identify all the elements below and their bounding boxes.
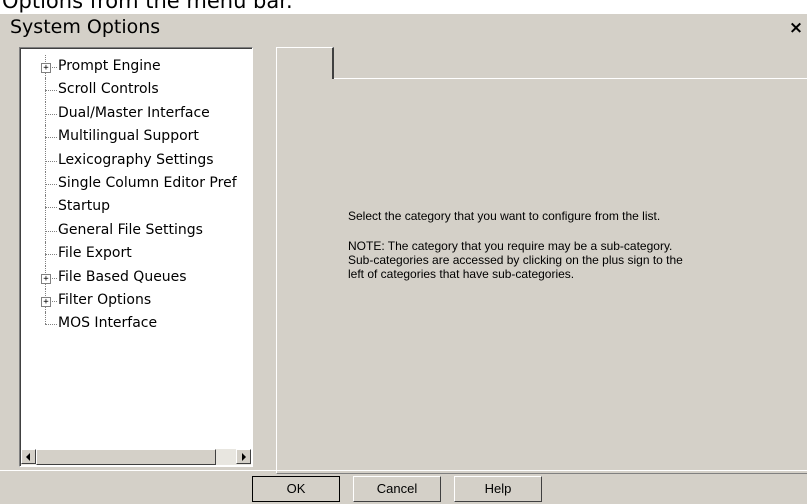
tab-baseline: [333, 78, 807, 79]
options-panel: Select the category that you want to con…: [276, 78, 807, 474]
tree-connector: [45, 90, 57, 92]
tree-item-label: General File Settings: [58, 221, 203, 238]
close-button[interactable]: ×: [785, 18, 807, 38]
tree-item-label: Filter Options: [58, 291, 152, 308]
expand-plus-icon[interactable]: +: [41, 63, 51, 73]
tree-connector: [45, 113, 57, 115]
tree-item[interactable]: Dual/Master Interface: [20, 101, 252, 126]
tree-connector: [45, 183, 57, 185]
tree-connector: [45, 254, 57, 256]
tree-item-label: File Based Queues: [58, 268, 187, 285]
tree-item[interactable]: General File Settings: [20, 218, 252, 243]
tree-item[interactable]: Lexicography Settings: [20, 148, 252, 172]
tree-connector: [45, 324, 57, 326]
tree-connector: [45, 160, 57, 162]
tree-item-label: Prompt Engine: [58, 58, 161, 74]
dialog-title: System Options: [10, 16, 161, 38]
tree-item-label: Lexicography Settings: [58, 151, 214, 168]
scroll-thumb[interactable]: [36, 449, 216, 465]
tree-item-label: Multilingual Support: [58, 128, 199, 145]
triangle-right-icon: [242, 453, 246, 461]
tree-item[interactable]: + Prompt Engine: [20, 55, 252, 79]
scroll-right-button[interactable]: [236, 449, 251, 464]
note-text-line-2: Sub-categories are accessed by clicking …: [348, 253, 683, 267]
tree-item-label: Scroll Controls: [58, 81, 159, 98]
cancel-button[interactable]: Cancel: [353, 476, 441, 502]
tree-item[interactable]: + Filter Options: [20, 288, 252, 313]
tree-connector: [45, 230, 57, 232]
help-button[interactable]: Help: [454, 476, 542, 502]
background-text: Options from the menu bar.: [2, 0, 293, 13]
ok-button[interactable]: OK: [252, 476, 340, 502]
tree-connector: [45, 207, 57, 209]
tree-item[interactable]: + File Based Queues: [20, 265, 252, 289]
triangle-left-icon: [26, 453, 30, 461]
tab-blank[interactable]: [276, 47, 334, 79]
tree-connector: [45, 137, 57, 139]
note-text-line-3: left of categories that have sub-categor…: [348, 267, 575, 281]
tree-item[interactable]: Multilingual Support: [20, 125, 252, 149]
tree-item[interactable]: File Export: [20, 242, 252, 266]
close-icon: ×: [788, 18, 804, 38]
tree-item-label: Dual/Master Interface: [58, 104, 210, 121]
tree-item-label: Startup: [58, 198, 110, 215]
tree-item[interactable]: Single Column Editor Pref: [20, 171, 252, 196]
horizontal-scrollbar[interactable]: [21, 449, 251, 465]
tree-item[interactable]: Scroll Controls: [20, 78, 252, 102]
tree-list: + Prompt Engine Scroll Controls Dual/Master…: [20, 55, 252, 336]
expand-plus-icon[interactable]: +: [41, 273, 51, 284]
system-options-dialog: System Options × + Prompt Engine Scroll Co…: [0, 14, 807, 504]
expand-plus-icon[interactable]: +: [41, 296, 51, 307]
scroll-left-button[interactable]: [21, 449, 36, 464]
note-text-line-1: NOTE: The category that you require may …: [348, 239, 673, 253]
instruction-text: Select the category that you want to con…: [348, 209, 661, 223]
tree-item-label: MOS Interface: [58, 315, 158, 332]
tree-item-label: Single Column Editor Pref: [58, 174, 237, 191]
tree-item-label: File Export: [58, 245, 132, 262]
tree-item[interactable]: MOS Interface: [20, 312, 252, 335]
button-row-divider: [0, 470, 807, 471]
tree-item[interactable]: Startup: [20, 195, 252, 219]
title-bar[interactable]: System Options ×: [0, 14, 807, 42]
tree-connector: [45, 312, 46, 325]
category-tree[interactable]: + Prompt Engine Scroll Controls Dual/Master…: [19, 47, 253, 467]
